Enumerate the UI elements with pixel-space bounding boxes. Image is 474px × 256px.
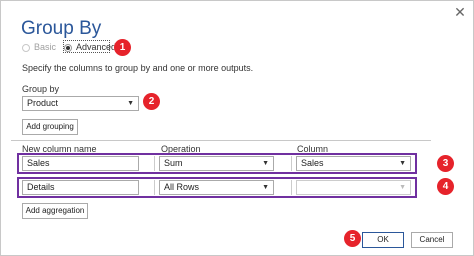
radio-basic-label: Basic: [34, 42, 57, 52]
ok-button[interactable]: OK: [362, 232, 404, 248]
row1-highlight: [17, 153, 417, 174]
group-by-select[interactable]: Product ▼: [22, 96, 139, 111]
chevron-down-icon: ▼: [127, 100, 134, 107]
radio-basic[interactable]: Basic: [22, 42, 56, 52]
radio-advanced-circle[interactable]: [64, 43, 72, 52]
add-aggregation-button[interactable]: Add aggregation: [22, 203, 88, 219]
radio-advanced-label: Advanced: [76, 42, 117, 52]
annotation-badge-1: 1: [114, 39, 131, 56]
cancel-button[interactable]: Cancel: [411, 232, 453, 248]
annotation-badge-3: 3: [437, 155, 454, 172]
annotation-badge-4: 4: [437, 178, 454, 195]
description-text: Specify the columns to group by and one …: [22, 63, 254, 73]
group-by-dialog: Group By ✕ Basic Advanced 1 Specify the …: [0, 0, 474, 256]
group-by-value: Product: [27, 98, 59, 108]
row2-highlight: [17, 177, 417, 198]
dialog-title: Group By: [21, 18, 102, 39]
add-grouping-button[interactable]: Add grouping: [22, 119, 78, 135]
section-divider: [11, 140, 431, 141]
radio-basic-circle[interactable]: [22, 43, 30, 52]
group-by-label: Group by: [22, 84, 60, 94]
close-icon[interactable]: ✕: [453, 5, 467, 19]
annotation-badge-2: 2: [143, 93, 160, 110]
annotation-badge-5: 5: [344, 230, 361, 247]
radio-advanced[interactable]: Advanced: [64, 42, 116, 52]
